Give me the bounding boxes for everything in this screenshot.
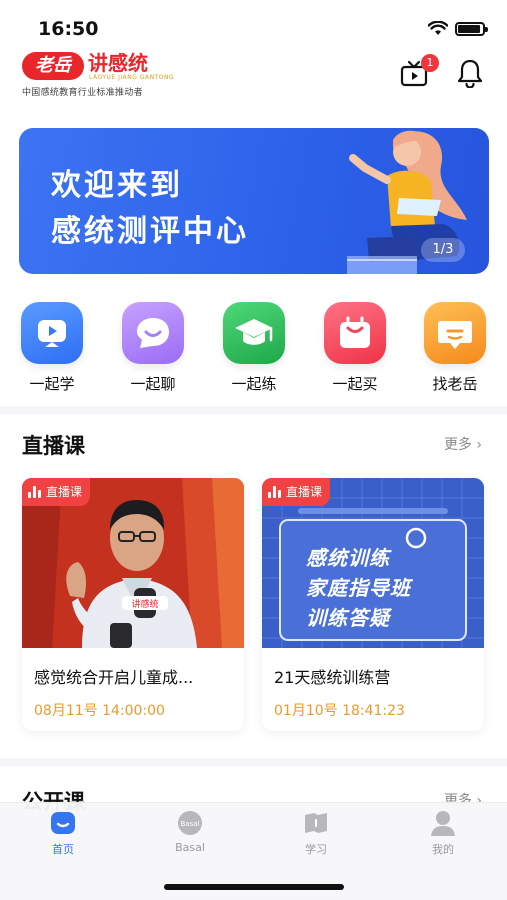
tab-profile[interactable]: 我的	[380, 809, 506, 861]
tab-basal[interactable]: Basal Basal	[127, 809, 253, 861]
quick-entry-chat[interactable]: 一起聊	[113, 302, 193, 394]
logo-text: 讲感统	[88, 51, 148, 75]
home-icon	[51, 812, 75, 834]
battery-icon	[455, 22, 488, 36]
logo-badge: 老岳	[22, 52, 84, 80]
quick-entry-row: 一起学 一起聊 一起练 一起买 找老岳	[0, 302, 507, 394]
basal-icon: Basal	[178, 811, 202, 835]
quick-entry-learn[interactable]: 一起学	[12, 302, 92, 394]
quick-entry-contact[interactable]: 找老岳	[415, 302, 495, 394]
tab-learning[interactable]: 学习	[253, 809, 379, 861]
live-section-title: 直播课	[22, 434, 85, 458]
thumbnail-headline-3: 训练答疑	[306, 606, 390, 630]
quick-entry-label: 一起学	[29, 375, 75, 393]
live-tag: 直播课	[262, 478, 331, 506]
app-logo: 老岳 讲感统 LAOYUE JIANG GANTONG 中国感统教育行业标准推动…	[22, 52, 182, 98]
status-bar: 16:50	[0, 0, 507, 50]
basal-icon-text: Basal	[181, 820, 200, 828]
profile-icon	[431, 811, 455, 836]
quick-entry-buy[interactable]: 一起买	[315, 302, 395, 394]
chat-icon	[122, 302, 184, 364]
home-indicator	[164, 884, 344, 890]
tab-label: 首页	[52, 843, 74, 856]
live-course-card[interactable]: 直播课 感统训练 家庭指导班 训练答疑 21天感统训练营 01月10号 18:4…	[262, 478, 484, 731]
section-divider	[0, 406, 507, 414]
live-course-thumbnail: 讲感统 直播课	[22, 478, 244, 648]
thumbnail-headline-1: 感统训练	[306, 546, 390, 570]
live-bars-icon	[268, 486, 282, 498]
banner-title-line2: 感统测评中心	[51, 214, 249, 249]
live-bars-icon	[28, 486, 42, 498]
shopping-bag-icon	[324, 302, 386, 364]
quick-entry-label: 一起买	[332, 375, 378, 393]
hero-banner[interactable]: 欢迎来到 感统测评中心 1/3	[19, 128, 489, 274]
banner-title-line1: 欢迎来到	[51, 168, 183, 203]
live-tag-label: 直播课	[286, 485, 323, 499]
live-section-more-link[interactable]: 更多 ›	[444, 434, 482, 454]
tab-home[interactable]: 首页	[0, 809, 126, 861]
wifi-icon	[428, 21, 448, 35]
live-course-title: 21天感统训练营	[274, 668, 391, 687]
quick-entry-label: 一起聊	[130, 375, 176, 393]
chevron-right-icon: ›	[476, 437, 482, 453]
thumbnail-caption: 讲感统	[131, 598, 158, 610]
tab-label: 学习	[305, 843, 327, 856]
banner-page-indicator: 1/3	[421, 238, 465, 262]
quick-entry-label: 找老岳	[432, 375, 478, 393]
live-course-card[interactable]: 讲感统 直播课 感觉统合开启儿童成... 08月11号 14:00:00	[22, 478, 244, 731]
notification-badge: 1	[421, 54, 439, 72]
play-icon	[21, 302, 83, 364]
message-icon	[424, 302, 486, 364]
tab-label: 我的	[432, 843, 454, 856]
bell-icon[interactable]	[456, 58, 484, 88]
graduation-cap-icon	[223, 302, 285, 364]
thumbnail-headline-2: 家庭指导班	[306, 576, 411, 600]
live-course-time: 08月11号 14:00:00	[34, 703, 165, 719]
logo-pinyin: LAOYUE JIANG GANTONG	[89, 74, 175, 81]
live-course-title: 感觉统合开启儿童成...	[34, 668, 194, 687]
live-tag: 直播课	[22, 478, 91, 506]
section-divider	[0, 758, 507, 766]
live-course-time: 01月10号 18:41:23	[274, 703, 405, 719]
book-icon	[305, 813, 327, 833]
tab-label: Basal	[175, 841, 205, 854]
status-time: 16:50	[38, 18, 99, 40]
live-tag-label: 直播课	[46, 485, 83, 499]
more-link-label: 更多	[443, 437, 472, 453]
live-course-thumbnail: 直播课 感统训练 家庭指导班 训练答疑	[262, 478, 484, 648]
logo-slogan: 中国感统教育行业标准推动者	[22, 88, 143, 98]
quick-entry-practice[interactable]: 一起练	[214, 302, 294, 394]
quick-entry-label: 一起练	[231, 375, 277, 393]
